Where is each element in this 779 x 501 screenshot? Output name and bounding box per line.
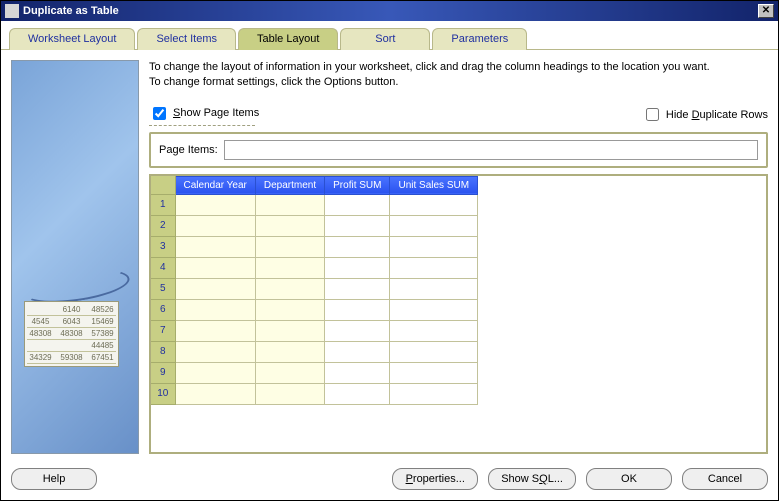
grid-cell[interactable] — [255, 257, 324, 278]
grid-cell[interactable] — [390, 383, 478, 404]
row-number: 10 — [151, 383, 175, 404]
tab-worksheet-layout[interactable]: Worksheet Layout — [9, 28, 135, 50]
hide-duplicate-rows-label: Hide Duplicate Rows — [666, 109, 768, 121]
cancel-button[interactable]: Cancel — [682, 468, 768, 490]
close-icon[interactable]: ✕ — [758, 4, 774, 18]
grid-cell[interactable] — [255, 383, 324, 404]
options-row: Show Page Items Hide Duplicate Rows — [149, 104, 768, 128]
content-area: 6140485264545604315469483084830857389444… — [1, 50, 778, 460]
decor-table: 6140485264545604315469483084830857389444… — [24, 301, 119, 367]
grid-cell[interactable] — [255, 194, 324, 215]
grid-cell[interactable] — [390, 341, 478, 362]
row-number: 5 — [151, 278, 175, 299]
grid-cell[interactable] — [390, 278, 478, 299]
window-icon — [5, 4, 19, 18]
grid-cell[interactable] — [325, 236, 390, 257]
grid-cell[interactable] — [255, 278, 324, 299]
grid-cell[interactable] — [175, 341, 255, 362]
show-page-items-checkbox[interactable]: Show Page Items — [149, 104, 259, 123]
show-sql-button[interactable]: Show SQL... — [488, 468, 576, 490]
show-page-items-label: Show Page Items — [173, 107, 259, 119]
grid-cell[interactable] — [255, 341, 324, 362]
grid-cell[interactable] — [325, 215, 390, 236]
row-number: 8 — [151, 341, 175, 362]
grid-cell[interactable] — [255, 236, 324, 257]
grid-cell[interactable] — [175, 236, 255, 257]
row-number: 1 — [151, 194, 175, 215]
grid-cell[interactable] — [175, 215, 255, 236]
grid-cell[interactable] — [390, 257, 478, 278]
button-bar: Help Properties... Show SQL... OK Cancel — [1, 460, 778, 500]
hide-duplicate-rows-checkbox[interactable]: Hide Duplicate Rows — [642, 104, 768, 126]
grid-corner — [151, 176, 175, 194]
main-area: To change the layout of information in y… — [149, 60, 768, 454]
layout-grid[interactable]: Calendar YearDepartmentProfit SUMUnit Sa… — [151, 176, 478, 405]
tab-strip: Worksheet Layout Select Items Table Layo… — [1, 21, 778, 50]
window-title: Duplicate as Table — [23, 5, 758, 17]
grid-cell[interactable] — [175, 383, 255, 404]
grid-cell[interactable] — [175, 320, 255, 341]
grid-cell[interactable] — [325, 194, 390, 215]
help-button[interactable]: Help — [11, 468, 97, 490]
row-number: 9 — [151, 362, 175, 383]
row-number: 4 — [151, 257, 175, 278]
grid-cell[interactable] — [325, 383, 390, 404]
column-header[interactable]: Unit Sales SUM — [390, 176, 478, 194]
row-number: 3 — [151, 236, 175, 257]
grid-cell[interactable] — [325, 299, 390, 320]
grid-cell[interactable] — [325, 362, 390, 383]
show-page-items-input[interactable] — [153, 107, 166, 120]
row-number: 2 — [151, 215, 175, 236]
grid-cell[interactable] — [390, 236, 478, 257]
column-header[interactable]: Calendar Year — [175, 176, 255, 194]
tab-sort[interactable]: Sort — [340, 28, 430, 50]
grid-cell[interactable] — [175, 299, 255, 320]
grid-cell[interactable] — [175, 257, 255, 278]
row-number: 7 — [151, 320, 175, 341]
grid-cell[interactable] — [390, 320, 478, 341]
layout-grid-container: Calendar YearDepartmentProfit SUMUnit Sa… — [149, 174, 768, 454]
grid-cell[interactable] — [390, 215, 478, 236]
grid-cell[interactable] — [325, 341, 390, 362]
tab-select-items[interactable]: Select Items — [137, 28, 236, 50]
tab-parameters[interactable]: Parameters — [432, 28, 527, 50]
tab-table-layout[interactable]: Table Layout — [238, 28, 338, 50]
page-items-input[interactable] — [224, 140, 758, 160]
grid-cell[interactable] — [255, 215, 324, 236]
page-items-label: Page Items: — [159, 144, 218, 156]
grid-cell[interactable] — [325, 257, 390, 278]
column-header[interactable]: Department — [255, 176, 324, 194]
grid-cell[interactable] — [325, 320, 390, 341]
grid-cell[interactable] — [175, 362, 255, 383]
grid-cell[interactable] — [255, 320, 324, 341]
grid-cell[interactable] — [175, 194, 255, 215]
instructions-text: To change the layout of information in y… — [149, 60, 768, 90]
wizard-side-graphic: 6140485264545604315469483084830857389444… — [11, 60, 139, 454]
ok-button[interactable]: OK — [586, 468, 672, 490]
grid-cell[interactable] — [255, 362, 324, 383]
grid-cell[interactable] — [390, 194, 478, 215]
grid-cell[interactable] — [175, 278, 255, 299]
properties-button[interactable]: Properties... — [392, 468, 478, 490]
grid-cell[interactable] — [390, 362, 478, 383]
page-items-box: Page Items: — [149, 132, 768, 168]
grid-cell[interactable] — [255, 299, 324, 320]
grid-cell[interactable] — [325, 278, 390, 299]
titlebar: Duplicate as Table ✕ — [1, 1, 778, 21]
row-number: 6 — [151, 299, 175, 320]
hide-duplicate-rows-input[interactable] — [646, 108, 659, 121]
grid-cell[interactable] — [390, 299, 478, 320]
column-header[interactable]: Profit SUM — [325, 176, 390, 194]
